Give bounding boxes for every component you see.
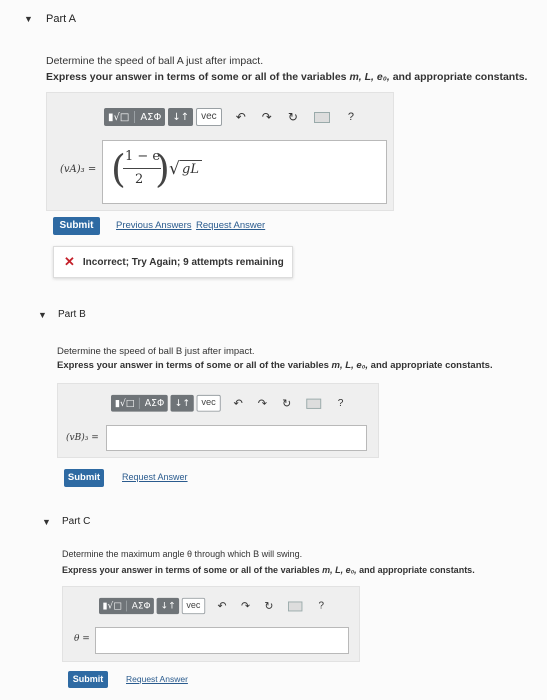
part-c-request-answer-link[interactable]: Request Answer	[126, 674, 188, 684]
left-paren: (	[111, 147, 126, 191]
help-icon[interactable]: ?	[338, 398, 344, 409]
feedback-text: Incorrect; Try Again; 9 attempts remaini…	[82, 256, 284, 268]
subscript-button[interactable]: ↓↑	[170, 394, 194, 412]
collapse-part-b-icon[interactable]: ▼	[38, 310, 47, 320]
right-paren: )	[155, 147, 170, 191]
part-c-instruction: Express your answer in terms of some or …	[62, 565, 475, 575]
reset-icon[interactable]: ↻	[282, 397, 291, 410]
part-b-submit-button[interactable]: Submit	[64, 469, 104, 487]
redo-icon[interactable]: ↷	[258, 397, 267, 410]
templates-icon: ▮√□	[102, 601, 122, 611]
part-a-instruction: Express your answer in terms of some or …	[46, 71, 528, 83]
part-c-title: Part C	[62, 516, 91, 527]
subscript-button[interactable]: ↓↑	[156, 597, 180, 615]
part-b-title: Part B	[58, 309, 86, 320]
incorrect-icon: ✕	[64, 254, 75, 269]
part-a-feedback: ✕ Incorrect; Try Again; 9 attempts remai…	[53, 246, 293, 278]
collapse-part-a-icon[interactable]: ▼	[24, 14, 33, 24]
radical-bar	[180, 160, 202, 161]
part-b-question: Determine the speed of ball B just after…	[57, 346, 255, 357]
part-c-answer-input[interactable]	[95, 627, 349, 654]
greek-button[interactable]: ΑΣΦ	[140, 112, 161, 123]
vec-button[interactable]: vec	[196, 108, 222, 126]
part-c-question: Determine the maximum angle θ through wh…	[62, 549, 303, 559]
keyboard-icon[interactable]	[287, 601, 303, 611]
help-icon[interactable]: ?	[318, 601, 324, 612]
part-c-submit-button[interactable]: Submit	[68, 671, 108, 688]
templates-icon: ▮√□	[114, 398, 135, 409]
part-c-answer-label: θ =	[74, 634, 90, 644]
part-b-request-answer-link[interactable]: Request Answer	[122, 472, 188, 482]
part-b-instruction: Express your answer in terms of some or …	[57, 360, 493, 371]
previous-answers-link[interactable]: Previous Answers	[116, 220, 192, 231]
part-a-toolbar: ▮√□ ΑΣΦ ↓↑ vec ↶ ↷ ↻ ?	[104, 107, 354, 127]
part-a-request-answer-link[interactable]: Request Answer	[196, 220, 265, 231]
undo-icon[interactable]: ↶	[236, 110, 246, 124]
part-a-answer-label: (vA)₃ =	[60, 164, 97, 175]
vec-button[interactable]: vec	[196, 394, 221, 412]
undo-icon[interactable]: ↶	[233, 397, 242, 410]
part-a-answer-input[interactable]: ( 1 − e 2 ) √ gL	[102, 140, 387, 204]
templates-button[interactable]: ▮√□ ΑΣΦ	[111, 394, 169, 412]
part-a-title: Part A	[46, 13, 76, 25]
greek-button[interactable]: ΑΣΦ	[145, 398, 165, 408]
radical-sign: √	[169, 159, 180, 179]
subscript-button[interactable]: ↓↑	[168, 108, 194, 126]
reset-icon[interactable]: ↻	[264, 600, 273, 613]
keyboard-icon[interactable]	[306, 398, 322, 409]
redo-icon[interactable]: ↷	[262, 110, 272, 124]
templates-icon: ▮√□	[108, 111, 130, 123]
part-c-toolbar: ▮√□ ΑΣΦ ↓↑ vec ↶ ↷ ↻ ?	[99, 597, 324, 615]
part-b-answer-label: (vB)₃ =	[66, 433, 99, 443]
fraction-denominator: 2	[135, 172, 144, 187]
redo-icon[interactable]: ↷	[241, 600, 250, 613]
templates-button[interactable]: ▮√□ ΑΣΦ	[104, 108, 166, 126]
help-icon[interactable]: ?	[348, 111, 354, 123]
part-a-submit-button[interactable]: Submit	[53, 217, 100, 235]
reset-icon[interactable]: ↻	[288, 110, 298, 124]
keyboard-icon[interactable]	[313, 111, 330, 123]
greek-button[interactable]: ΑΣΦ	[132, 601, 151, 611]
part-b-toolbar: ▮√□ ΑΣΦ ↓↑ vec ↶ ↷ ↻ ?	[111, 394, 344, 413]
vec-button[interactable]: vec	[181, 597, 205, 615]
templates-button[interactable]: ▮√□ ΑΣΦ	[99, 597, 155, 615]
collapse-part-c-icon[interactable]: ▼	[42, 517, 51, 527]
radicand: gL	[182, 162, 199, 177]
part-b-answer-input[interactable]	[106, 425, 367, 451]
part-a-question: Determine the speed of ball A just after…	[46, 55, 264, 67]
undo-icon[interactable]: ↶	[218, 600, 227, 613]
